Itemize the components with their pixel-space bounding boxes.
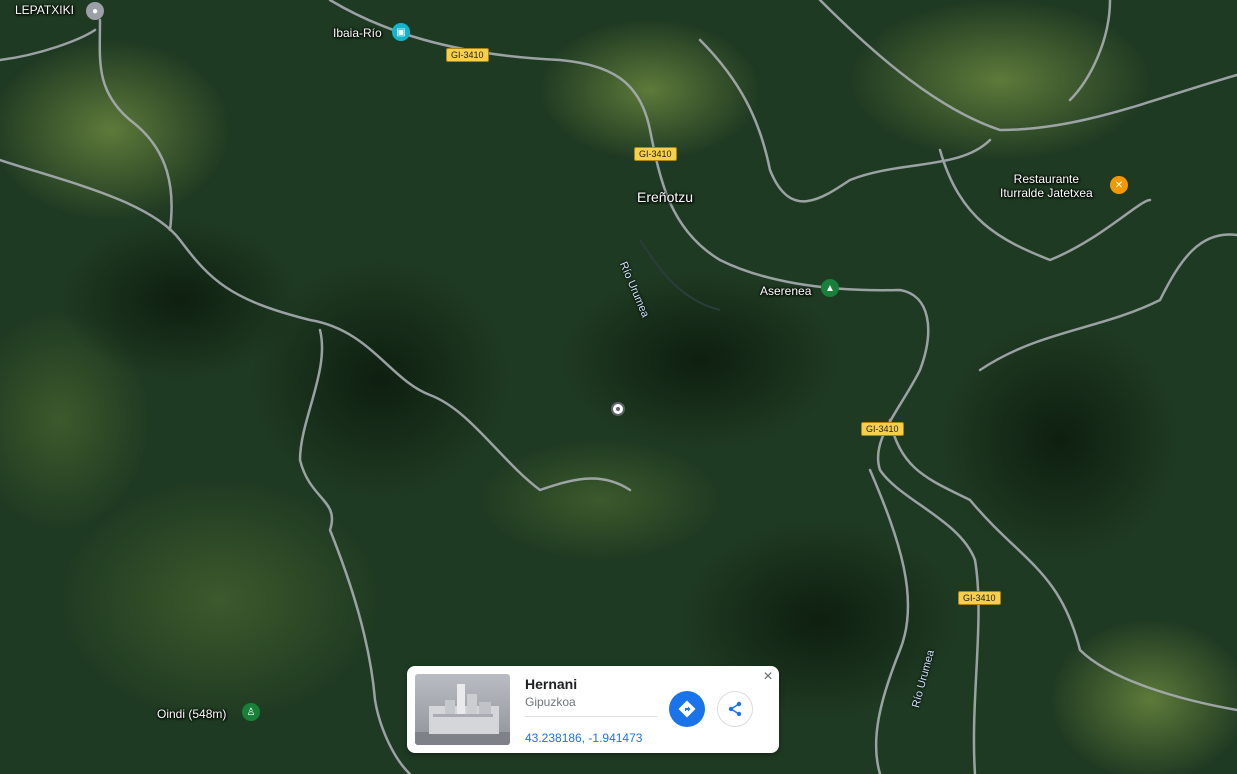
place-info-card[interactable]: Hernani Gipuzkoa 43.238186, -1.941473 ×: [407, 666, 779, 753]
directions-button[interactable]: [669, 691, 705, 727]
dropped-pin-icon[interactable]: [611, 402, 625, 416]
road-shield: GI-3410: [861, 422, 904, 436]
place-aserenea[interactable]: Aserenea: [760, 284, 811, 298]
road-shield: GI-3410: [446, 48, 489, 62]
place-subtitle: Gipuzkoa: [525, 695, 576, 709]
tree-icon[interactable]: ▲: [821, 279, 839, 297]
restaurant-name-line1: Restaurante: [1013, 172, 1080, 186]
satellite-map[interactable]: [0, 0, 1237, 774]
road-shield: GI-3410: [634, 147, 677, 161]
place-ibaia-rio[interactable]: Ibaia-Río: [333, 26, 382, 40]
directions-icon: [678, 700, 696, 718]
camera-icon[interactable]: ▣: [392, 23, 410, 41]
place-title[interactable]: Hernani: [525, 676, 577, 692]
coordinates-link[interactable]: 43.238186, -1.941473: [525, 731, 642, 745]
location-pin-icon[interactable]: ●: [86, 2, 104, 20]
place-lepatxiki[interactable]: LEPATXIKI: [15, 3, 74, 17]
restaurant-name-line2: Iturralde Jatetxea: [1000, 186, 1093, 200]
close-icon[interactable]: ×: [759, 668, 777, 686]
fork-knife-icon[interactable]: ✕: [1110, 176, 1128, 194]
place-thumbnail[interactable]: [415, 674, 510, 745]
hiker-icon[interactable]: ♙: [242, 703, 260, 721]
share-button[interactable]: [717, 691, 753, 727]
divider: [525, 716, 657, 717]
place-restaurant[interactable]: Restaurante Iturralde Jatetxea: [1000, 172, 1093, 200]
road-shield: GI-3410: [958, 591, 1001, 605]
share-icon: [728, 701, 742, 717]
place-oindi[interactable]: Oindi (548m): [157, 707, 226, 721]
place-erenotzu[interactable]: Ereñotzu: [637, 189, 693, 205]
